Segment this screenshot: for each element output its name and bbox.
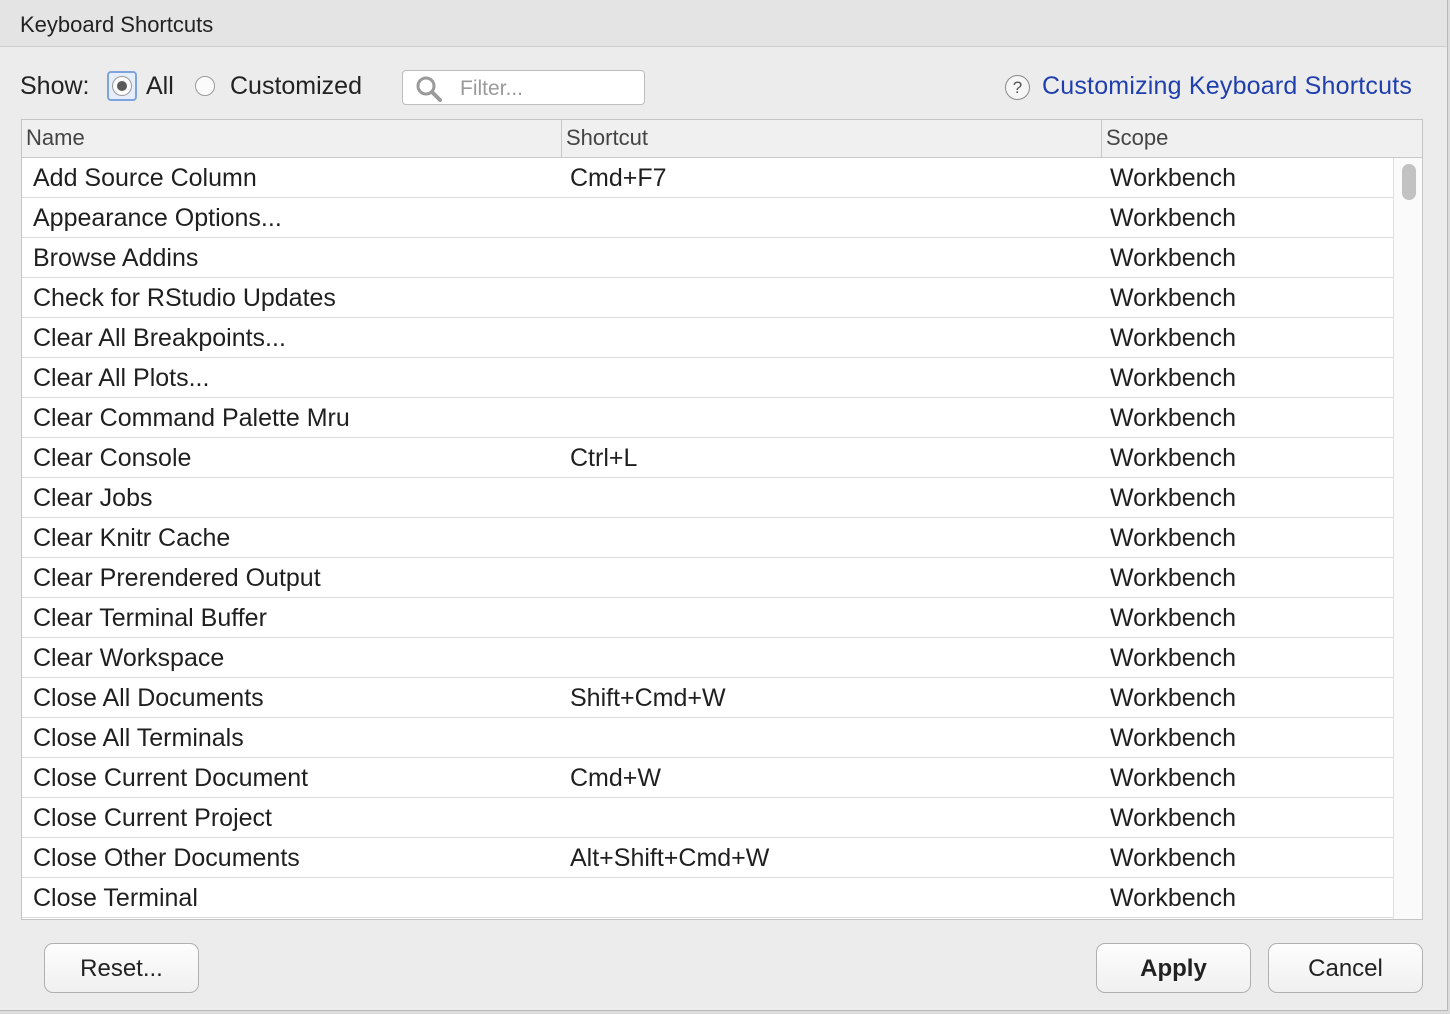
table-row[interactable]: Clear Command Palette Mru Workbench (22, 398, 1393, 438)
shortcut-keys-cell[interactable]: Shift+Cmd+W (570, 684, 726, 713)
shortcut-keys-cell[interactable]: Ctrl+L (570, 444, 637, 473)
shortcut-keys-cell[interactable]: Cmd+W (570, 764, 661, 793)
shortcut-scope-cell: Workbench (1110, 684, 1236, 712)
shortcut-name-cell: Clear Terminal Buffer (33, 604, 267, 632)
shortcut-name-cell: Add Source Column (33, 164, 257, 192)
table-row[interactable]: Close All Terminals Workbench (22, 718, 1393, 758)
column-divider[interactable] (561, 120, 562, 157)
shortcut-scope-cell: Workbench (1110, 884, 1236, 912)
shortcut-scope-cell: Workbench (1110, 764, 1236, 792)
shortcut-name-cell: Close Terminal (33, 884, 198, 912)
shortcut-name-cell: Clear Knitr Cache (33, 524, 231, 552)
shortcut-name-cell: Check for RStudio Updates (33, 284, 336, 312)
shortcut-scope-cell: Workbench (1110, 524, 1236, 552)
table-row[interactable]: Close Current Project Workbench (22, 798, 1393, 838)
shortcut-scope-cell: Workbench (1110, 724, 1236, 752)
column-header-scope[interactable]: Scope (1106, 125, 1168, 151)
show-label: Show: (20, 72, 90, 100)
table-row[interactable]: Clear Console Ctrl+L Workbench (22, 438, 1393, 478)
shortcut-name-cell: Clear Jobs (33, 484, 153, 512)
vertical-scrollbar[interactable] (1393, 158, 1422, 919)
table-row[interactable]: Add Source Column Cmd+F7 Workbench (22, 158, 1393, 198)
table-row[interactable]: Browse Addins Workbench (22, 238, 1393, 278)
shortcut-scope-cell: Workbench (1110, 564, 1236, 592)
radio-all[interactable] (112, 76, 132, 96)
table-row[interactable]: Clear All Plots... Workbench (22, 358, 1393, 398)
shortcut-scope-cell: Workbench (1110, 244, 1236, 272)
shortcut-name-cell: Clear Console (33, 444, 192, 472)
shortcut-scope-cell: Workbench (1110, 604, 1236, 632)
shortcut-scope-cell: Workbench (1110, 364, 1236, 392)
radio-all-focus-ring[interactable] (107, 71, 137, 101)
table-row[interactable]: Clear Workspace Workbench (22, 638, 1393, 678)
shortcut-scope-cell: Workbench (1110, 844, 1236, 872)
shortcut-name-cell: Close All Documents (33, 684, 264, 712)
shortcut-scope-cell: Workbench (1110, 804, 1236, 832)
shortcut-name-cell: Close All Terminals (33, 724, 244, 752)
shortcut-name-cell: Browse Addins (33, 244, 199, 272)
column-header-shortcut[interactable]: Shortcut (566, 125, 648, 151)
shortcut-name-cell: Close Current Project (33, 804, 272, 832)
table-row[interactable]: Close Current Document Cmd+W Workbench (22, 758, 1393, 798)
filter-field[interactable] (402, 70, 645, 105)
table-row[interactable]: Clear Jobs Workbench (22, 478, 1393, 518)
shortcut-name-cell: Close Other Documents (33, 844, 300, 872)
filter-input[interactable] (458, 73, 642, 104)
cancel-button[interactable]: Cancel (1268, 943, 1423, 993)
table-row[interactable]: Close Terminal Workbench (22, 878, 1393, 918)
table-row[interactable]: Clear All Breakpoints... Workbench (22, 318, 1393, 358)
table-row[interactable]: Appearance Options... Workbench (22, 198, 1393, 238)
table-row[interactable]: Check for RStudio Updates Workbench (22, 278, 1393, 318)
table-row[interactable]: Clear Knitr Cache Workbench (22, 518, 1393, 558)
keyboard-shortcuts-dialog: Keyboard Shortcuts Show: All Customized … (0, 0, 1448, 1011)
radio-all-label[interactable]: All (146, 72, 174, 101)
shortcut-name-cell: Clear Prerendered Output (33, 564, 321, 592)
shortcuts-table: Name Shortcut Scope Add Source Column Cmd… (21, 119, 1423, 920)
shortcut-scope-cell: Workbench (1110, 164, 1236, 192)
shortcut-scope-cell: Workbench (1110, 484, 1236, 512)
dialog-title: Keyboard Shortcuts (20, 12, 214, 37)
shortcut-scope-cell: Workbench (1110, 204, 1236, 232)
shortcut-name-cell: Close Current Document (33, 764, 309, 792)
column-header-name[interactable]: Name (26, 125, 85, 151)
reset-button[interactable]: Reset... (44, 943, 199, 993)
apply-button[interactable]: Apply (1096, 943, 1251, 993)
shortcut-scope-cell: Workbench (1110, 444, 1236, 472)
column-divider[interactable] (1101, 120, 1102, 157)
shortcut-name-cell: Clear All Plots... (33, 364, 210, 392)
title-bar[interactable]: Keyboard Shortcuts (0, 0, 1447, 47)
table-body: Add Source Column Cmd+F7 Workbench Appearan… (22, 158, 1393, 918)
table-header: Name Shortcut Scope (22, 120, 1422, 158)
shortcut-scope-cell: Workbench (1110, 284, 1236, 312)
scrollbar-thumb[interactable] (1402, 164, 1416, 200)
help-icon[interactable]: ? (1005, 75, 1030, 100)
shortcut-scope-cell: Workbench (1110, 324, 1236, 352)
radio-customized[interactable] (195, 76, 215, 96)
customizing-shortcuts-link[interactable]: Customizing Keyboard Shortcuts (1042, 72, 1412, 101)
shortcut-scope-cell: Workbench (1110, 644, 1236, 672)
shortcut-scope-cell: Workbench (1110, 404, 1236, 432)
table-row[interactable]: Close All Documents Shift+Cmd+W Workbench (22, 678, 1393, 718)
table-row[interactable]: Clear Prerendered Output Workbench (22, 558, 1393, 598)
table-row[interactable]: Close Other Documents Alt+Shift+Cmd+W Work… (22, 838, 1393, 878)
shortcut-name-cell: Clear Command Palette Mru (33, 404, 350, 432)
shortcut-keys-cell[interactable]: Alt+Shift+Cmd+W (570, 844, 769, 873)
filter-toolbar: Show: All Customized ? Customizing Keybo… (0, 56, 1447, 120)
shortcut-name-cell: Clear All Breakpoints... (33, 324, 286, 352)
search-icon (416, 76, 442, 102)
radio-customized-label[interactable]: Customized (230, 72, 362, 101)
shortcut-name-cell: Appearance Options... (33, 204, 282, 232)
shortcut-keys-cell[interactable]: Cmd+F7 (570, 164, 667, 193)
shortcut-name-cell: Clear Workspace (33, 644, 225, 672)
table-row[interactable]: Clear Terminal Buffer Workbench (22, 598, 1393, 638)
